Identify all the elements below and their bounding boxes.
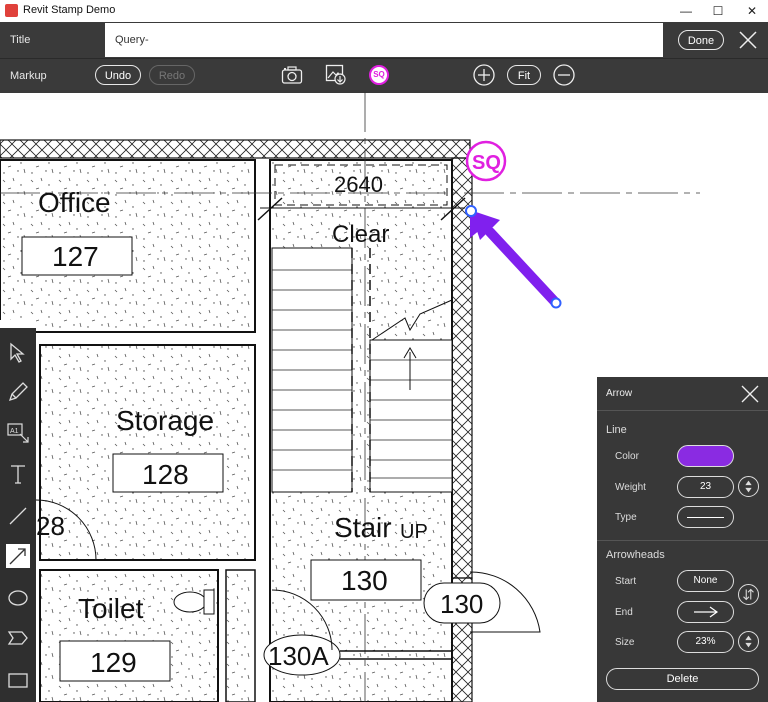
redo-button[interactable]: Redo bbox=[149, 65, 195, 85]
up-label: UP bbox=[400, 521, 428, 543]
room-name-toilet: Toilet bbox=[78, 593, 144, 624]
title-bar-row: Title Done bbox=[0, 22, 768, 58]
weight-stepper-icon[interactable] bbox=[738, 476, 759, 497]
room-number-storage: 128 bbox=[142, 459, 189, 490]
fit-button[interactable]: Fit bbox=[507, 65, 541, 85]
markup-label: Markup bbox=[10, 70, 47, 82]
size-stepper-icon[interactable] bbox=[738, 631, 759, 652]
arrow-properties-panel: Arrow Line Color Weight 23 Type Arrowhea… bbox=[597, 377, 768, 702]
ellipse-icon[interactable] bbox=[6, 586, 30, 610]
clear-label: Clear bbox=[332, 221, 389, 248]
zoom-in-icon[interactable] bbox=[473, 64, 495, 86]
line-type-selector[interactable] bbox=[677, 506, 734, 528]
room-number-office: 127 bbox=[52, 241, 99, 272]
start-label: Start bbox=[615, 576, 637, 587]
weight-field[interactable]: 23 bbox=[677, 476, 734, 498]
arrowheads-section-heading: Arrowheads bbox=[606, 549, 665, 561]
tool-strip: A1 bbox=[0, 328, 36, 702]
rectangle-icon[interactable] bbox=[6, 668, 30, 692]
pencil-icon[interactable] bbox=[6, 380, 30, 404]
start-arrowhead-selector[interactable]: None bbox=[677, 570, 734, 592]
line-icon[interactable] bbox=[6, 504, 30, 528]
arrow-right-icon bbox=[694, 606, 719, 618]
arrow-icon[interactable] bbox=[6, 544, 30, 568]
sq-stamp-label: SQ bbox=[472, 152, 501, 174]
delete-button[interactable]: Delete bbox=[606, 668, 759, 690]
window-title: Revit Stamp Demo bbox=[23, 4, 116, 16]
minimize-button[interactable]: — bbox=[670, 0, 702, 22]
divider bbox=[597, 540, 768, 541]
stamp-icon[interactable]: SQ bbox=[369, 65, 389, 85]
camera-icon[interactable] bbox=[281, 65, 303, 85]
size-field[interactable]: 23% bbox=[677, 631, 734, 653]
zoom-out-icon[interactable] bbox=[553, 64, 575, 86]
end-arrowhead-selector[interactable] bbox=[677, 601, 734, 623]
room-name-office: Office bbox=[38, 187, 111, 218]
panel-title: Arrow bbox=[606, 388, 633, 399]
close-window-button[interactable]: ✕ bbox=[736, 0, 768, 22]
end-label: End bbox=[615, 607, 633, 618]
polygon-icon[interactable] bbox=[6, 626, 30, 650]
room-name-stair: Stair bbox=[334, 512, 392, 543]
app-icon bbox=[5, 4, 18, 17]
color-swatch-button[interactable] bbox=[677, 445, 734, 467]
close-icon[interactable] bbox=[739, 31, 757, 49]
size-label: Size bbox=[615, 637, 635, 648]
window-titlebar: Revit Stamp Demo — ☐ ✕ bbox=[0, 0, 768, 23]
type-label: Type bbox=[615, 512, 637, 523]
weight-label: Weight bbox=[615, 482, 646, 493]
swap-arrowheads-icon[interactable] bbox=[738, 584, 759, 605]
line-section-heading: Line bbox=[606, 424, 627, 436]
room-name-storage: Storage bbox=[116, 405, 214, 436]
door-tag-28: 28 bbox=[36, 511, 65, 541]
markup-toolbar: Markup Undo Redo SQ Fit bbox=[0, 58, 768, 93]
svg-text:A1: A1 bbox=[10, 428, 19, 435]
done-button[interactable]: Done bbox=[678, 30, 724, 50]
arrow-markup[interactable] bbox=[465, 205, 562, 309]
title-label: Title bbox=[10, 34, 31, 46]
panel-header: Arrow bbox=[597, 377, 768, 411]
title-input[interactable] bbox=[105, 23, 663, 57]
select-icon[interactable] bbox=[6, 340, 30, 364]
room-number-toilet: 129 bbox=[90, 647, 137, 678]
room-number-stair: 130 bbox=[341, 565, 388, 596]
door-tag-130: 130 bbox=[440, 589, 483, 619]
close-icon[interactable] bbox=[741, 385, 759, 403]
image-export-icon[interactable] bbox=[325, 64, 347, 86]
undo-button[interactable]: Undo bbox=[95, 65, 141, 85]
door-tag-130a: 130A bbox=[268, 641, 329, 671]
dimension-label: 2640 bbox=[334, 172, 383, 197]
color-label: Color bbox=[615, 451, 639, 462]
text-icon[interactable] bbox=[6, 462, 30, 486]
text-box-icon[interactable]: A1 bbox=[6, 420, 30, 444]
maximize-button[interactable]: ☐ bbox=[702, 0, 734, 22]
